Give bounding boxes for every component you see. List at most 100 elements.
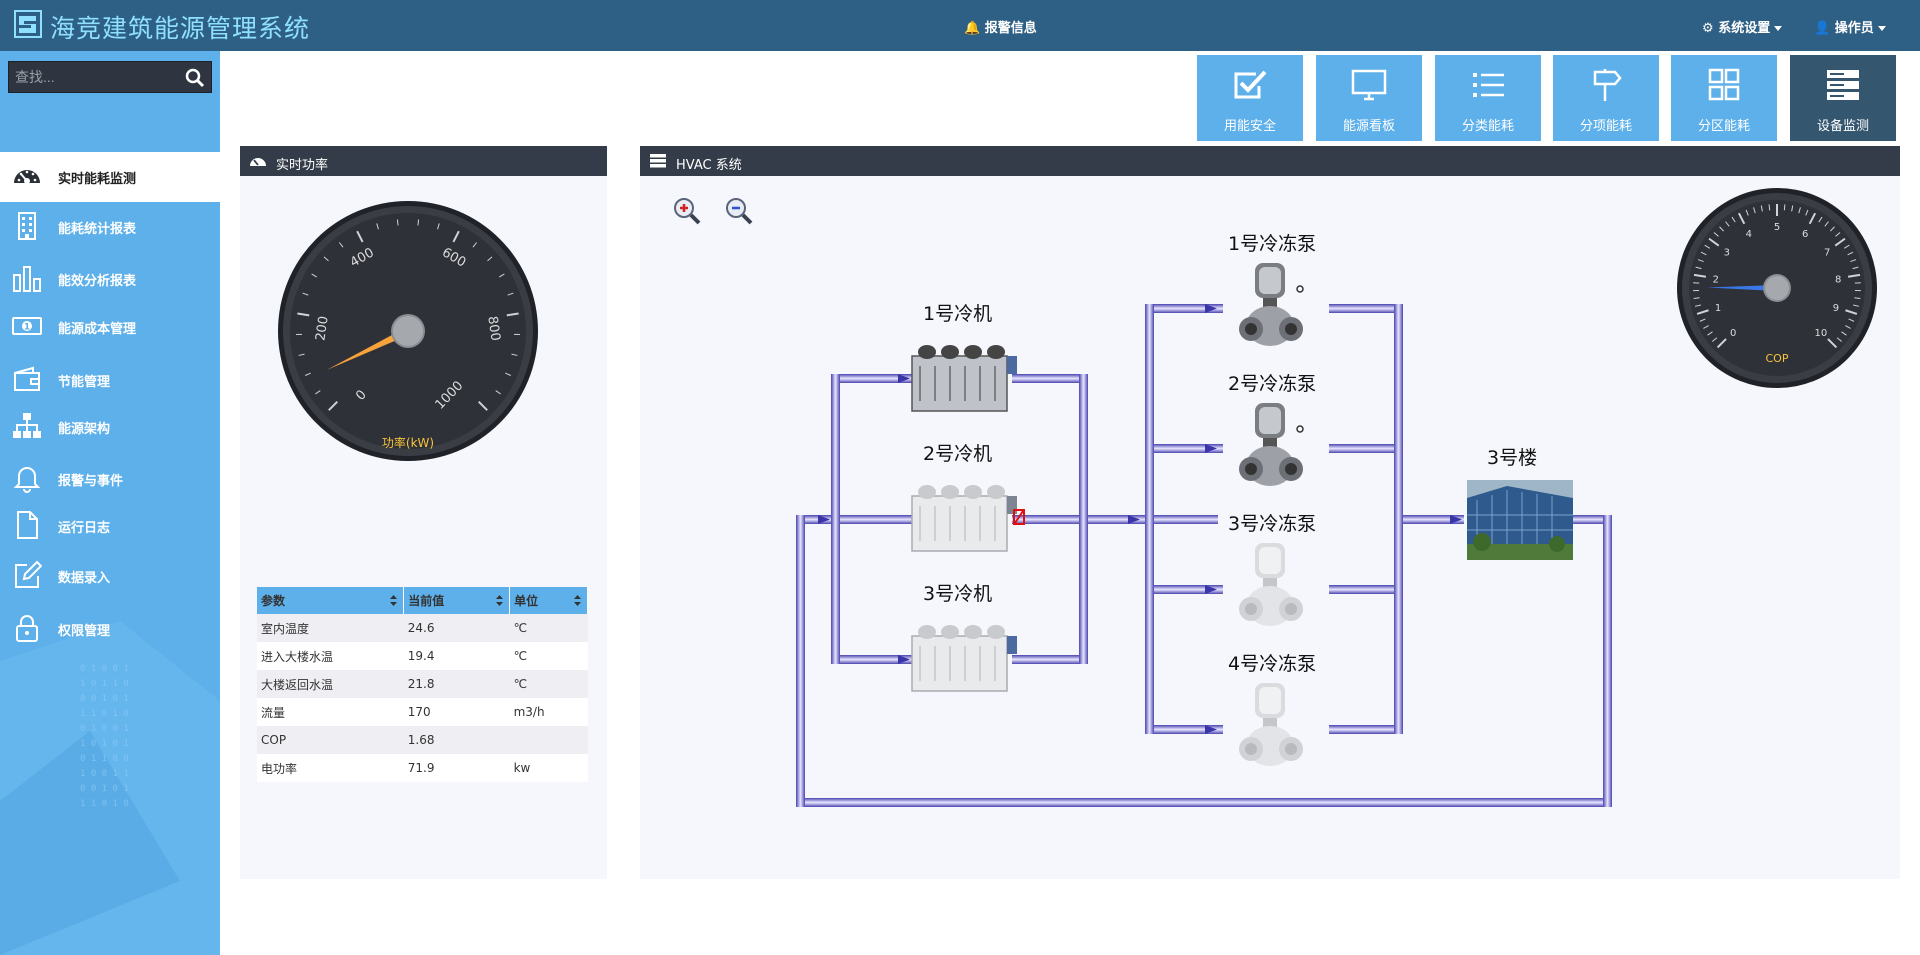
app-title: 海竞建筑能源管理系统 [50, 14, 311, 43]
sidebar-item-label: 权限管理 [58, 624, 111, 639]
sidebar-item-run-log[interactable]: 运行日志 [0, 501, 220, 549]
gauge-tick-label: 5 [1774, 222, 1780, 233]
pump-4-label: 4号冷冻泵 [1228, 653, 1317, 675]
sidebar-item-label: 能源成本管理 [58, 322, 137, 337]
list-icon [1473, 73, 1504, 97]
gauge-tick-label: 8 [1835, 274, 1841, 285]
column-header-parameter[interactable]: 参数 [257, 587, 405, 614]
pump-2-label: 2号冷冻泵 [1228, 373, 1317, 395]
pump-3-label: 3号冷冻泵 [1228, 513, 1317, 535]
gauge-tick [417, 219, 420, 226]
building-label: 3号楼 [1487, 447, 1538, 469]
table-cell: 21.8 [403, 670, 510, 698]
tile-energy-dashboard[interactable]: 能源看板 [1316, 55, 1422, 141]
gauge-tick [1783, 204, 1786, 211]
table-cell: ℃ [509, 670, 588, 698]
chiller-1-icon[interactable] [910, 336, 1020, 416]
tile-label: 分项能耗 [1579, 119, 1632, 134]
lock-icon [16, 615, 38, 642]
svg-text:1 1 0 1 0: 1 1 0 1 0 [80, 709, 129, 719]
hvac-panel: HVAC 系统 1号冷机 2号冷机 3号冷机 1号冷冻泵 2号冷冻泵 3号冷冻泵… [640, 146, 1900, 879]
speedometer-icon [14, 170, 40, 184]
sidebar-item-label: 能耗统计报表 [58, 222, 137, 237]
user-icon: 👤 [1814, 21, 1831, 36]
tile-label: 分类能耗 [1461, 119, 1514, 134]
table-cell: COP [257, 726, 404, 754]
pump-1-icon[interactable] [1235, 261, 1315, 351]
sidebar-item-energy-saving[interactable]: 节能管理 [0, 355, 220, 403]
power-panel: 实时功率 0 200 400 600 800 1000 功率(kW) 参数 当前… [240, 146, 607, 879]
panel-title: 实时功率 [276, 158, 329, 173]
tile-category-energy[interactable]: 分类能耗 [1435, 55, 1541, 141]
gauge-tick-label: 2 [1713, 274, 1719, 285]
tile-zone-energy[interactable]: 分区能耗 [1671, 55, 1777, 141]
cop-gauge: 0 1 2 3 4 5 6 7 8 9 10 COP [1677, 188, 1877, 388]
table-cell: 大楼返回水温 [257, 670, 404, 698]
tile-equipment-monitor[interactable]: 设备监测 [1790, 55, 1896, 141]
sidebar-item-realtime-monitor[interactable]: 实时能耗监测 [0, 152, 220, 202]
pump-3-icon[interactable] [1235, 541, 1315, 631]
table-cell: 19.4 [403, 642, 510, 670]
sidebar-item-data-entry[interactable]: 数据录入 [0, 551, 220, 599]
sidebar-item-alarms-events[interactable]: 报警与事件 [0, 454, 220, 502]
bell-icon: 🔔 [964, 21, 981, 36]
sidebar-item-label: 报警与事件 [58, 474, 124, 489]
chiller-3-icon[interactable] [910, 616, 1020, 696]
svg-text:1 0 1 1 0: 1 0 1 1 0 [80, 679, 129, 689]
settings-menu[interactable]: ⚙ 系统设置 [1702, 17, 1783, 36]
pump-1-label: 1号冷冻泵 [1228, 233, 1317, 255]
table-cell: 进入大楼水温 [257, 642, 404, 670]
sidebar-item-efficiency-report[interactable]: 能效分析报表 [0, 254, 220, 302]
table-cell: 室内温度 [257, 614, 404, 642]
table-cell: 电功率 [257, 754, 404, 782]
alarm-link[interactable]: 🔔 报警信息 [964, 17, 1037, 36]
column-header-unit[interactable]: 单位 [509, 587, 588, 614]
chiller-2-icon[interactable] [910, 476, 1020, 556]
gauge-tick-label: 6 [1802, 229, 1808, 240]
sidebar-item-permissions[interactable]: 权限管理 [0, 604, 220, 652]
wallet-icon [14, 366, 40, 391]
sidebar-item-label: 数据录入 [58, 571, 111, 586]
sort-icon [390, 595, 398, 606]
table-row: 电功率 71.9 kw [257, 754, 588, 782]
table-row: 流量 170 m3/h [257, 698, 588, 726]
gauge-unit-label: 功率(kW) [382, 435, 434, 450]
table-row: COP 1.68 [257, 726, 588, 754]
svg-text:1: 1 [24, 323, 30, 333]
building-icon[interactable] [1467, 480, 1573, 560]
tile-energy-safety[interactable]: 用能安全 [1197, 55, 1303, 141]
svg-text:1 0 0 1 1: 1 0 0 1 1 [80, 769, 129, 779]
sort-icon [574, 595, 581, 606]
table-cell: 流量 [257, 698, 404, 726]
sidebar-item-label: 实时能耗监测 [58, 172, 137, 187]
pump-4-icon[interactable] [1235, 681, 1315, 771]
gauge-unit-label: COP [1766, 352, 1789, 365]
search-input[interactable] [9, 62, 179, 92]
chevron-down-icon [1877, 26, 1886, 31]
table-cell: m3/h [509, 698, 588, 726]
gauge-tick-label: 9 [1833, 303, 1839, 314]
column-label: 单位 [514, 594, 539, 608]
pump-2-icon[interactable] [1235, 401, 1315, 491]
user-menu[interactable]: 👤 操作员 [1814, 17, 1886, 36]
sidebar-item-cost-management[interactable]: 1 能源成本管理 [0, 302, 220, 350]
svg-text:1 1 0 1 0: 1 1 0 1 0 [80, 799, 129, 809]
search-box [8, 61, 212, 93]
table-cell: kw [509, 754, 588, 782]
sidebar-item-energy-architecture[interactable]: 能源架构 [0, 402, 220, 450]
money-icon: 1 [12, 317, 42, 335]
column-label: 参数 [261, 594, 286, 608]
valve-closed-icon[interactable] [1013, 509, 1025, 525]
tile-label: 能源看板 [1342, 119, 1395, 134]
gauge-tick-label: 10 [1814, 328, 1827, 339]
sidebar-item-energy-stats[interactable]: 能耗统计报表 [0, 202, 220, 250]
search-icon[interactable] [185, 68, 205, 88]
table-cell: ℃ [509, 642, 588, 670]
table-row: 室内温度 24.6 ℃ [257, 614, 588, 642]
svg-text:0 0 1 0 1: 0 0 1 0 1 [80, 694, 129, 704]
column-header-current-value[interactable]: 当前值 [403, 587, 511, 614]
sitemap-icon [13, 413, 41, 438]
svg-text:1 0 1 0 1: 1 0 1 0 1 [80, 739, 129, 749]
tile-item-energy[interactable]: 分项能耗 [1553, 55, 1659, 141]
logo-icon [14, 10, 42, 38]
